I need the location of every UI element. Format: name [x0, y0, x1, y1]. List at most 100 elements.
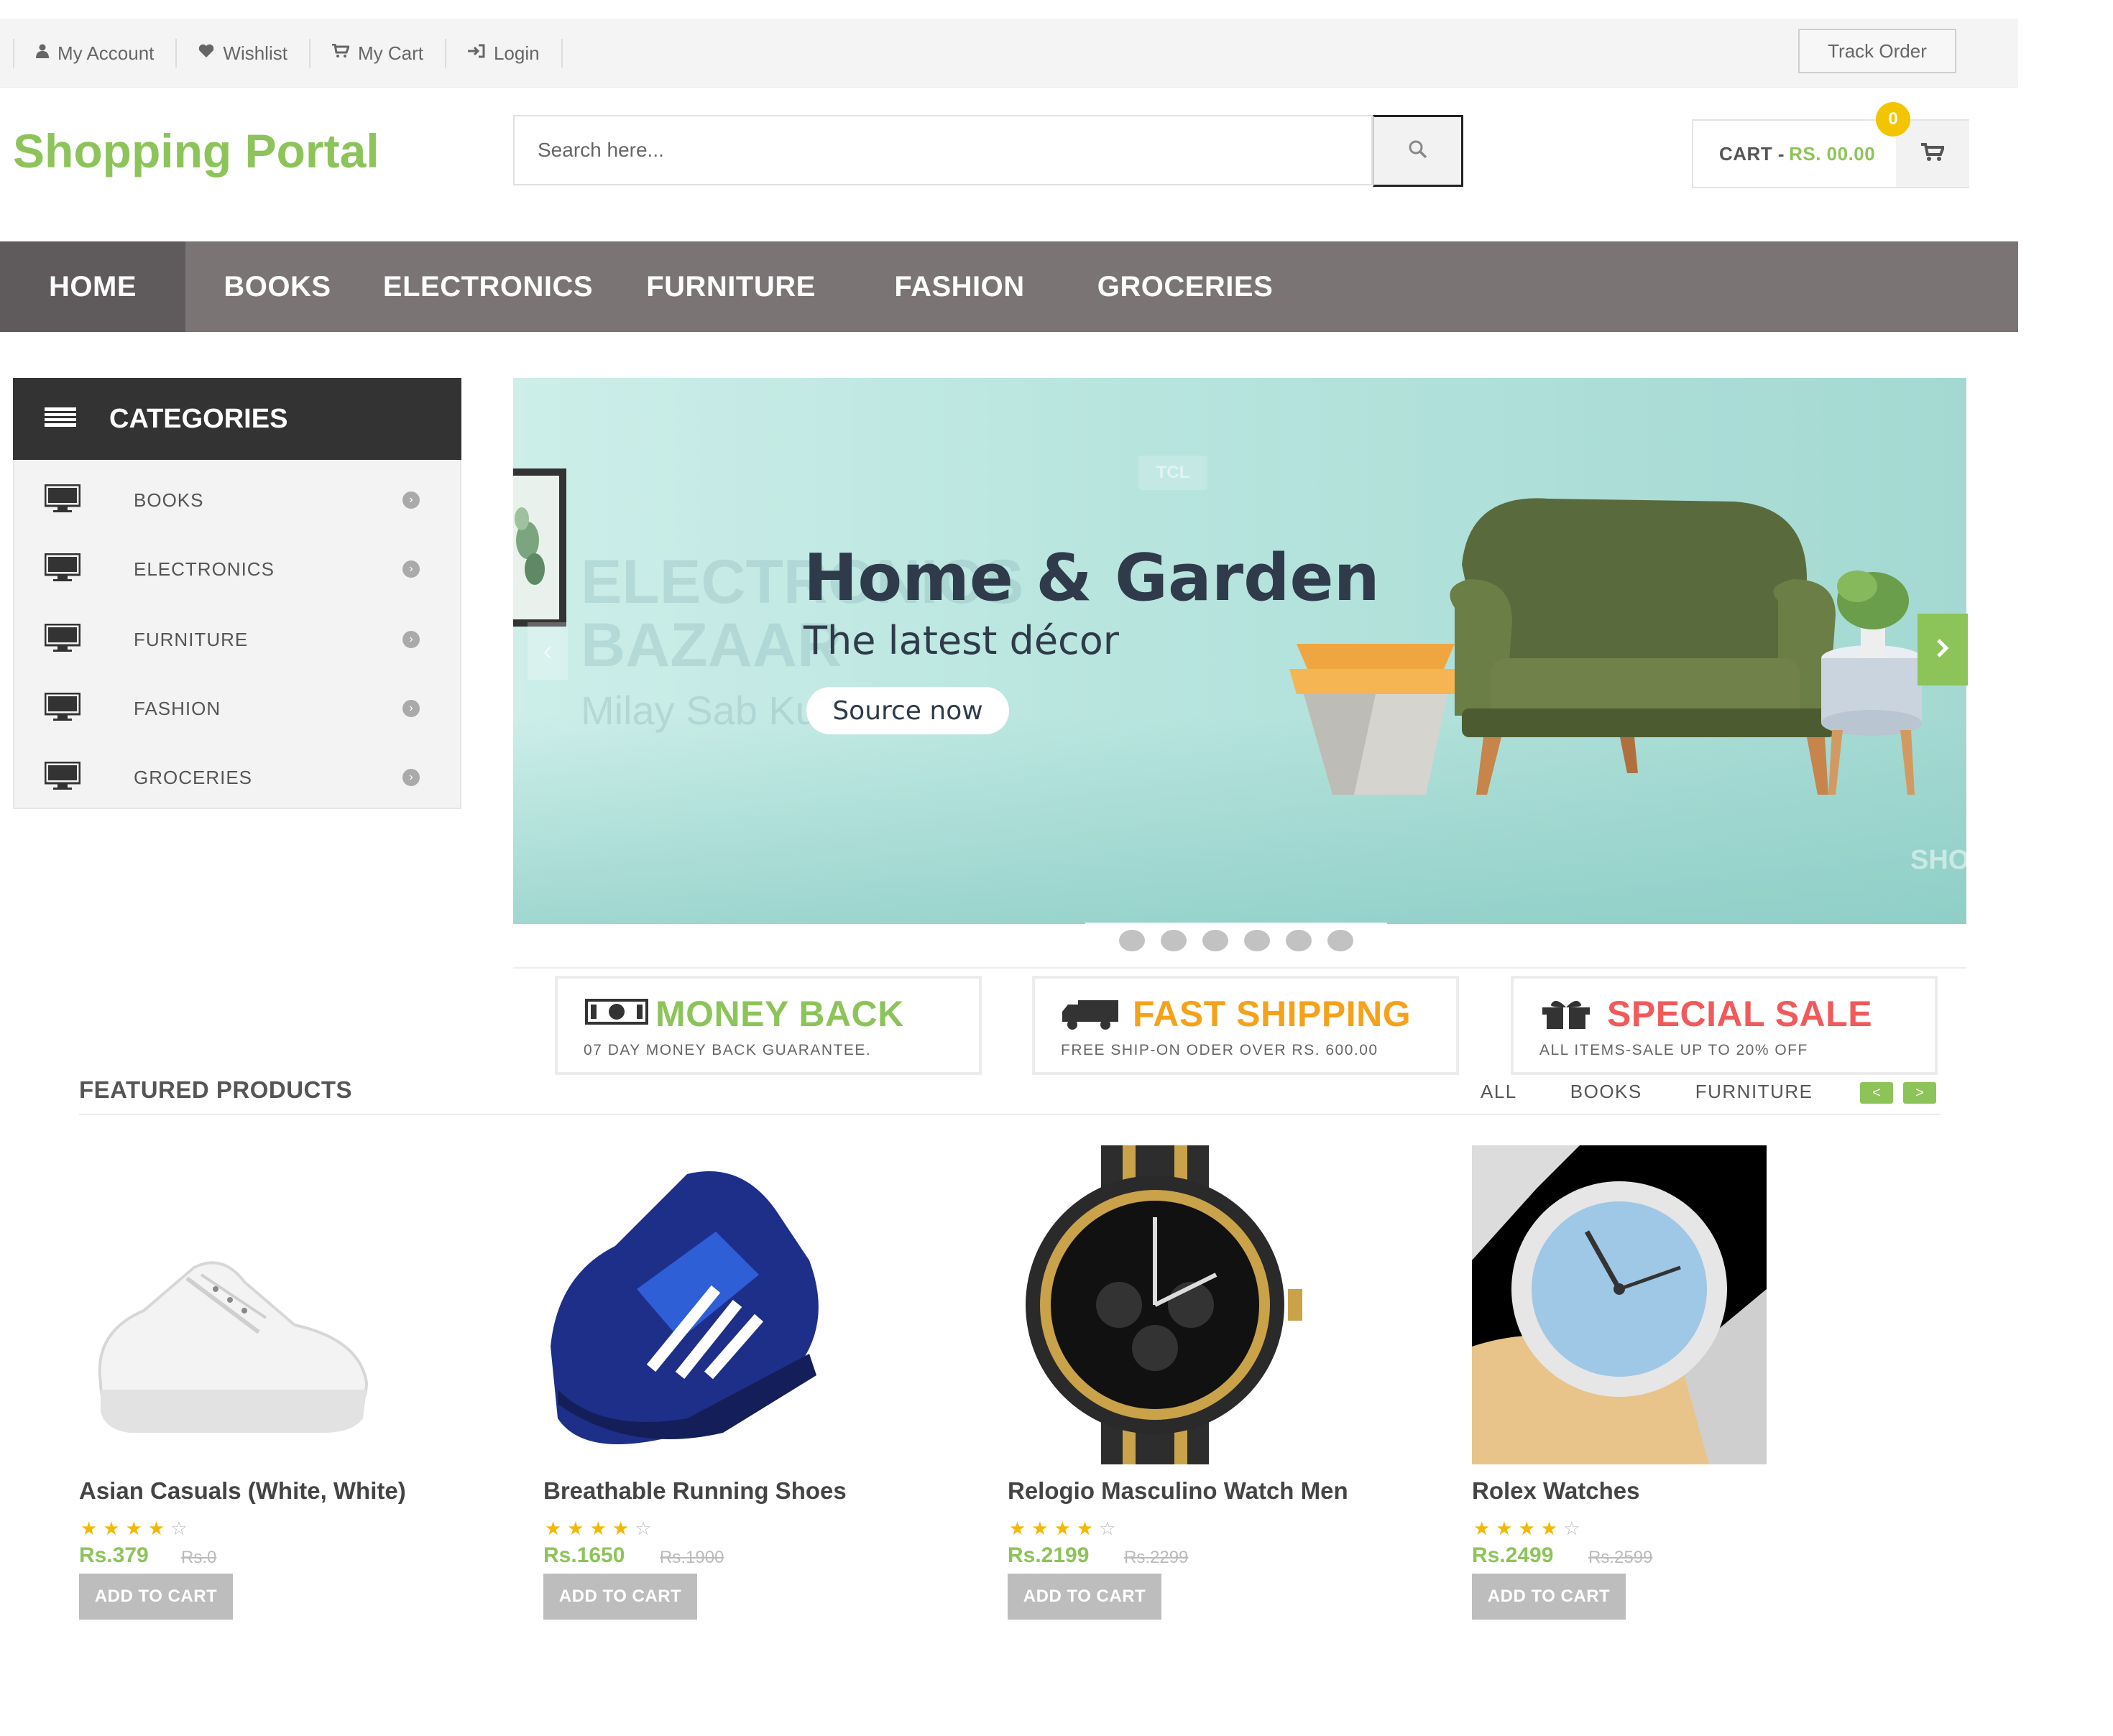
product-old-price: Rs.0	[181, 1548, 217, 1567]
featured-filter-tabs: ALL BOOKS FURNITURE	[1481, 1081, 1866, 1103]
nav-books[interactable]: BOOKS	[185, 241, 369, 332]
product-card: Breathable Running Shoes ★★★★☆ Rs.1650 R…	[543, 1145, 946, 1634]
service-subtitle: 07 DAY MONEY BACK GUARANTEE.	[584, 1042, 872, 1058]
arrow-right-icon: ›	[402, 700, 420, 717]
featured-prev-button[interactable]: <	[1860, 1082, 1893, 1104]
monitor-icon	[44, 623, 81, 656]
cart-icon-button[interactable]	[1896, 121, 1969, 187]
category-label: GROCERIES	[134, 766, 253, 788]
service-title: MONEY BACK	[655, 994, 904, 1034]
picture-frame	[513, 468, 566, 627]
monitor-icon	[44, 692, 81, 725]
category-item-furniture[interactable]: FURNITURE ›	[14, 605, 460, 674]
featured-next-button[interactable]: >	[1903, 1082, 1936, 1104]
category-item-fashion[interactable]: FASHION ›	[14, 674, 460, 743]
gift-icon	[1541, 999, 1591, 1034]
sign-in-icon	[467, 44, 485, 63]
category-label: FASHION	[134, 697, 221, 719]
search-button[interactable]	[1373, 115, 1463, 187]
product-price: Rs.2199	[1008, 1543, 1090, 1567]
arrow-right-icon: ›	[402, 769, 420, 786]
nav-electronics[interactable]: ELECTRONICS	[369, 241, 607, 332]
product-name[interactable]: Rolex Watches	[1472, 1477, 1640, 1505]
nav-furniture[interactable]: FURNITURE	[607, 241, 855, 332]
header-cart[interactable]: CART - RS. 00.00	[1692, 119, 1969, 188]
featured-products-title: FEATURED PRODUCTS	[79, 1076, 353, 1103]
category-item-electronics[interactable]: ELECTRONICS ›	[14, 535, 460, 604]
service-money-back: MONEY BACK 07 DAY MONEY BACK GUARANTEE.	[555, 976, 982, 1075]
nav-fashion[interactable]: FASHION	[855, 241, 1064, 332]
hero-banner[interactable]: TCL ELECTRONICS BAZAAR Milay Sab Kuch SH…	[513, 378, 1966, 924]
cart-count-badge: 0	[1876, 102, 1910, 137]
categories-header: CATEGORIES	[13, 378, 461, 460]
category-item-books[interactable]: BOOKS ›	[14, 466, 460, 535]
product-image-running-shoe[interactable]	[543, 1145, 838, 1464]
product-image-rolex-watch[interactable]	[1472, 1145, 1767, 1464]
product-name[interactable]: Asian Casuals (White, White)	[79, 1477, 406, 1505]
product-old-price: Rs.2599	[1588, 1548, 1653, 1567]
product-name[interactable]: Breathable Running Shoes	[543, 1477, 847, 1505]
site-logo[interactable]: Shopping Portal	[13, 124, 379, 178]
banner-next-button[interactable]	[1918, 614, 1968, 685]
top-links: My Account Wishlist My Cart Login	[13, 19, 563, 88]
banner-pagination	[1085, 923, 1387, 959]
banner-ghost-logo: TCL	[1138, 456, 1207, 490]
banner-prev-ghost[interactable]: ‹	[528, 622, 568, 680]
monitor-icon	[44, 761, 81, 794]
featured-divider	[79, 1114, 1941, 1115]
monitor-icon	[44, 484, 81, 517]
truck-icon	[1062, 999, 1120, 1034]
my-cart-link[interactable]: My Cart	[308, 39, 445, 68]
slide-dot[interactable]	[1119, 930, 1145, 951]
slide-dot[interactable]	[1327, 930, 1353, 951]
tab-furniture[interactable]: FURNITURE	[1695, 1081, 1813, 1103]
arrow-right-icon: ›	[402, 560, 420, 578]
product-image-white-shoe[interactable]	[79, 1145, 374, 1464]
my-cart-label: My Cart	[357, 42, 423, 64]
add-to-cart-button[interactable]: ADD TO CART	[1472, 1574, 1626, 1620]
add-to-cart-button[interactable]: ADD TO CART	[1008, 1574, 1161, 1620]
user-icon	[36, 44, 49, 63]
category-item-groceries[interactable]: GROCERIES ›	[14, 743, 460, 812]
product-rating: ★★★★☆	[545, 1518, 658, 1539]
product-old-price: Rs.2299	[1124, 1548, 1189, 1567]
product-rating: ★★★★☆	[1473, 1518, 1586, 1539]
tab-all[interactable]: ALL	[1481, 1081, 1517, 1103]
product-image-chronograph-watch[interactable]	[1008, 1145, 1302, 1464]
banner-subtitle: The latest décor	[804, 618, 1119, 663]
my-account-link[interactable]: My Account	[13, 39, 175, 68]
slide-dot[interactable]	[1286, 930, 1312, 951]
armchair-illustration	[1289, 498, 1922, 795]
categories-title: CATEGORIES	[109, 403, 288, 434]
login-link[interactable]: Login	[444, 39, 563, 68]
track-order-button[interactable]: Track Order	[1798, 29, 1956, 73]
cart-icon	[1921, 142, 1946, 165]
slide-dot[interactable]	[1244, 930, 1270, 951]
wishlist-label: Wishlist	[223, 42, 287, 64]
categories-panel: CATEGORIES BOOKS › ELECTRONICS › FURNITU…	[13, 378, 461, 809]
product-card: Relogio Masculino Watch Men ★★★★☆ Rs.219…	[1008, 1145, 1410, 1634]
product-name[interactable]: Relogio Masculino Watch Men	[1008, 1477, 1348, 1505]
slide-dot[interactable]	[1202, 930, 1228, 951]
search-bar	[513, 115, 1463, 187]
slide-dot[interactable]	[1161, 930, 1187, 951]
add-to-cart-button[interactable]: ADD TO CART	[543, 1574, 697, 1620]
nav-groceries[interactable]: GROCERIES	[1064, 241, 1307, 332]
product-rating: ★★★★☆	[80, 1518, 193, 1539]
plant-leaves-illustration	[515, 507, 545, 585]
menu-icon	[45, 407, 76, 431]
category-label: ELECTRONICS	[134, 558, 275, 580]
top-bar: My Account Wishlist My Cart Login Track …	[0, 19, 2018, 88]
source-now-button[interactable]: Source now	[806, 687, 1009, 734]
product-rating: ★★★★☆	[1009, 1518, 1122, 1539]
tab-books[interactable]: BOOKS	[1570, 1081, 1642, 1103]
service-subtitle: ALL ITEMS-SALE UP TO 20% OFF	[1539, 1042, 1808, 1058]
service-subtitle: FREE SHIP-ON ODER OVER RS. 600.00	[1061, 1042, 1378, 1058]
search-input[interactable]	[515, 116, 1373, 184]
cart-amount: RS. 00.00	[1789, 142, 1876, 165]
add-to-cart-button[interactable]: ADD TO CART	[79, 1574, 233, 1620]
product-old-price: Rs.1900	[660, 1548, 724, 1567]
nav-home[interactable]: HOME	[0, 241, 185, 332]
wishlist-link[interactable]: Wishlist	[175, 39, 309, 68]
service-title: SPECIAL SALE	[1607, 994, 1873, 1034]
